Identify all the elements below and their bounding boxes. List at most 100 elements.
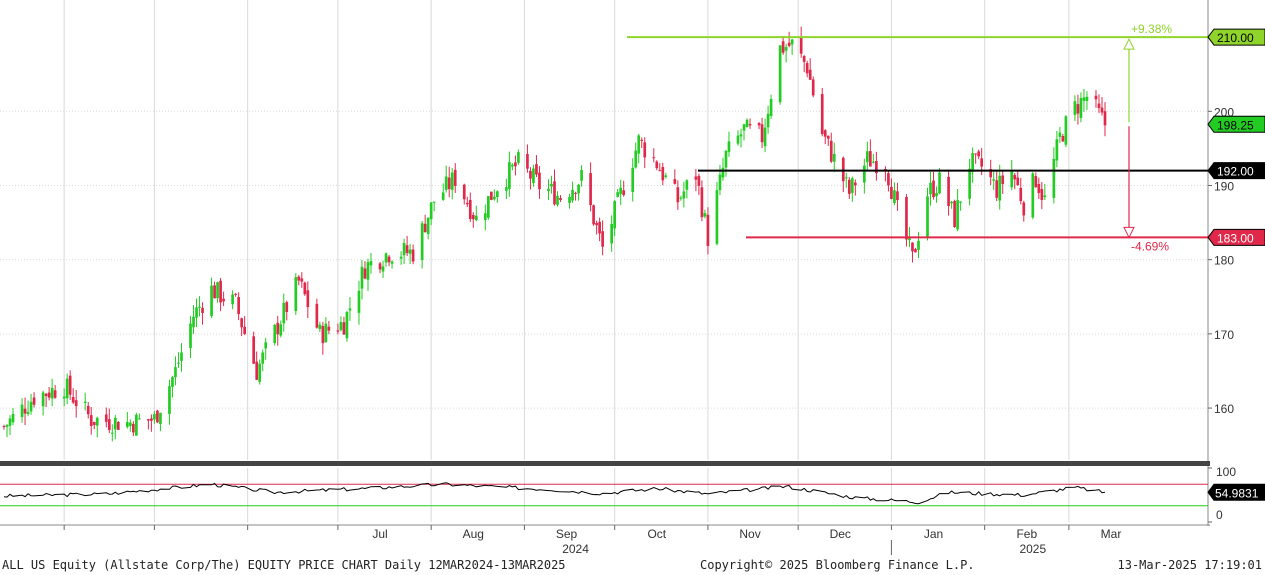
candle-body	[724, 150, 728, 168]
candle-body	[363, 268, 367, 279]
candle-body	[135, 414, 138, 436]
candle-body	[402, 242, 406, 256]
candle-body	[366, 262, 370, 280]
candle-body	[841, 157, 845, 182]
candle-body	[947, 176, 950, 206]
candle-body	[1001, 175, 1005, 185]
candle-body	[1073, 101, 1077, 115]
candle-body	[781, 41, 785, 53]
candle-body	[489, 191, 493, 200]
candle-body	[1082, 97, 1086, 101]
candle-body	[1061, 135, 1065, 142]
candle-body	[83, 401, 87, 403]
candle-body	[150, 418, 153, 421]
rsi-line	[3, 482, 1106, 505]
candle-body	[968, 168, 971, 199]
candle-body	[992, 179, 996, 181]
price-chart: +9.38%-4.69% 160170180190200 210.00198.2…	[0, 0, 1265, 556]
candle-body	[44, 393, 48, 397]
candle-body	[652, 157, 656, 159]
candle-body	[237, 297, 240, 315]
candle-body	[589, 173, 592, 206]
candle-body	[820, 94, 824, 135]
candle-body	[808, 69, 812, 80]
candle-body	[147, 419, 150, 421]
candle-body	[5, 424, 9, 427]
candle-body	[1034, 176, 1038, 188]
candle-body	[799, 37, 803, 54]
candle-body	[721, 167, 725, 178]
candle-body	[911, 242, 914, 252]
candle-body	[444, 176, 448, 190]
candle-body	[535, 164, 538, 175]
candle-body	[580, 169, 583, 181]
footer-copyright: Copyright© 2025 Bloomberg Finance L.P.	[700, 558, 975, 572]
candle-body	[399, 256, 403, 259]
candle-body	[790, 39, 794, 45]
candle-body	[41, 392, 45, 407]
candle-body	[998, 175, 1002, 201]
arrow-head-up	[1123, 37, 1135, 50]
tag-210-label: 210.00	[1217, 31, 1254, 45]
candle-body	[760, 124, 764, 143]
x-month-label: Feb	[1016, 527, 1037, 541]
candle-body	[153, 414, 156, 420]
candle-body	[703, 213, 707, 217]
candle-body	[568, 197, 571, 203]
candle-body	[483, 213, 487, 221]
candle-body	[676, 187, 680, 203]
candle-body	[306, 290, 310, 308]
candle-body	[282, 302, 286, 324]
candle-body	[577, 184, 580, 194]
candle-body	[174, 367, 177, 378]
candle-body	[89, 415, 93, 426]
candle-body	[47, 392, 51, 398]
candle-body	[769, 99, 773, 116]
candle-body	[492, 196, 496, 200]
candle-body	[971, 153, 974, 173]
candle-body	[474, 215, 478, 221]
candle-body	[745, 119, 749, 128]
candle-body	[977, 151, 980, 157]
candle-body	[811, 79, 815, 96]
x-year-label: 2024	[562, 542, 589, 556]
candle-body	[429, 202, 433, 220]
candle-body	[11, 413, 15, 423]
candle-body	[74, 400, 78, 407]
candle-body	[1055, 139, 1059, 161]
candle-body	[381, 266, 385, 272]
candle-body	[92, 421, 96, 426]
candle-body	[829, 140, 833, 162]
candle-body	[300, 278, 304, 282]
candle-body	[736, 135, 740, 144]
candle-body	[637, 135, 641, 154]
candle-body	[887, 173, 890, 186]
candle-body	[369, 261, 373, 266]
x-month-label: Dec	[830, 527, 851, 541]
candle-body	[432, 201, 436, 203]
candle-body	[231, 294, 234, 305]
candle-body	[517, 152, 520, 163]
candle-body	[844, 177, 848, 179]
candle-body	[766, 113, 770, 128]
candle-body	[757, 123, 761, 126]
x-month-label: Jan	[924, 527, 943, 541]
candle-body	[619, 187, 623, 195]
candle-body	[1031, 173, 1035, 218]
candle-body	[360, 266, 364, 289]
candle-body	[1022, 202, 1026, 216]
x-month-label: Aug	[463, 527, 484, 541]
candle-body	[950, 201, 953, 204]
candle-body	[32, 397, 36, 405]
candle-body	[177, 362, 180, 364]
candle-body	[1043, 195, 1047, 198]
candle-body	[932, 180, 935, 198]
annotation-up: +9.38%	[1131, 22, 1172, 36]
candle-body	[213, 285, 216, 299]
candle-body	[279, 324, 283, 336]
candle-body	[159, 412, 162, 425]
candle-body	[255, 361, 259, 380]
candle-body	[505, 187, 508, 191]
candle-body	[411, 249, 415, 262]
candle-body	[673, 179, 677, 184]
